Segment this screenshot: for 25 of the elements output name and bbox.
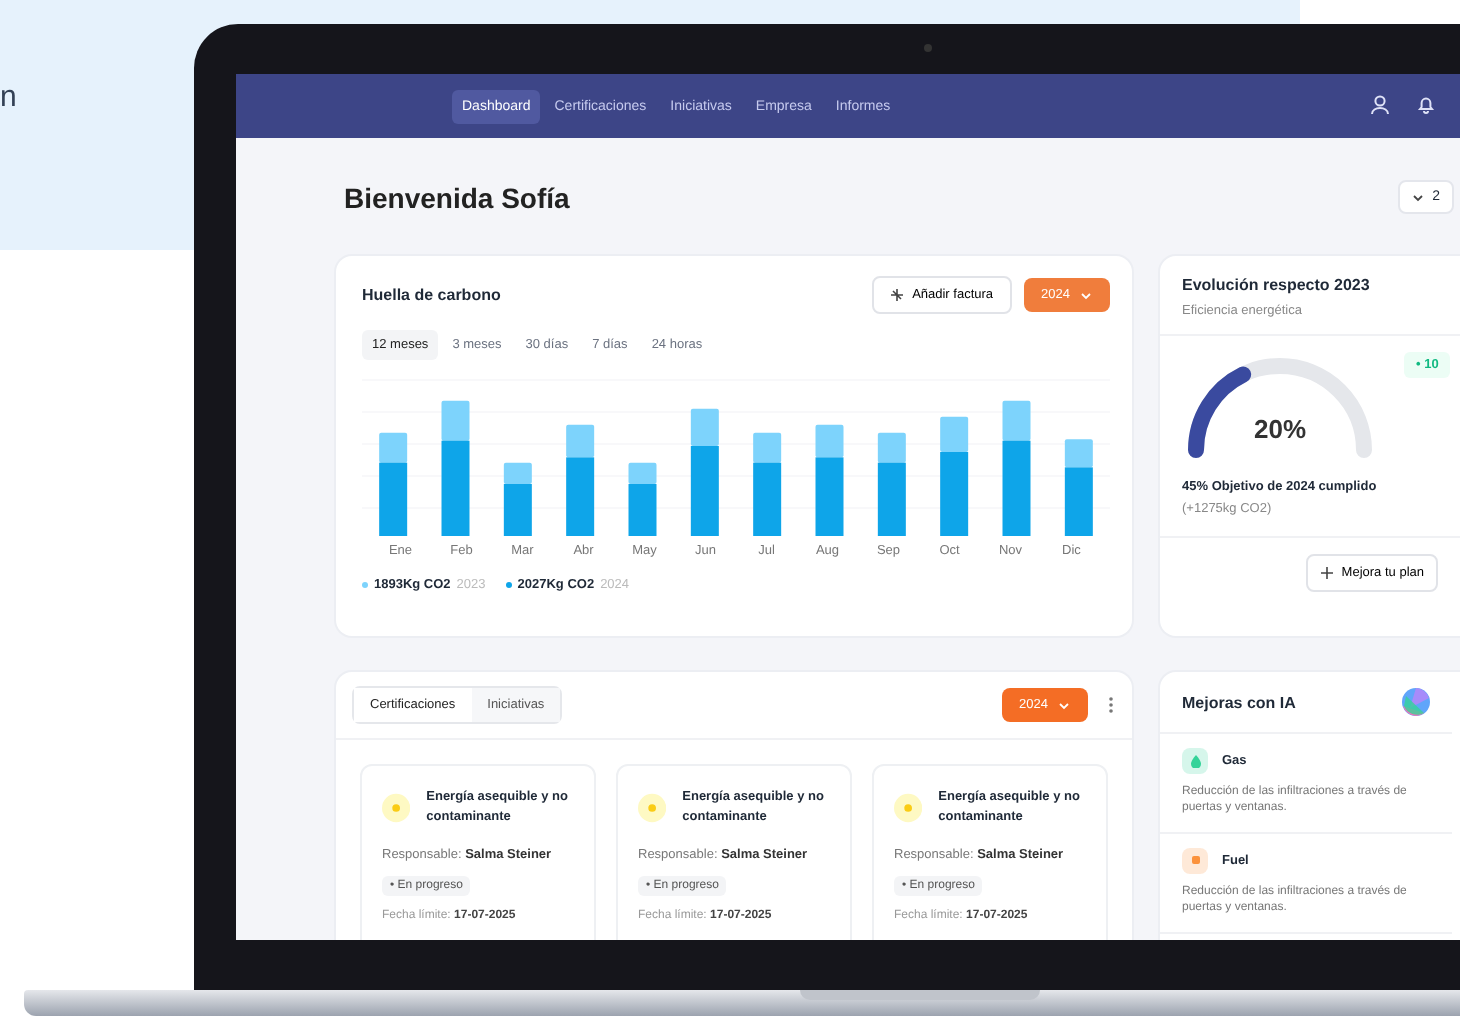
ai-logo-icon	[1402, 688, 1430, 716]
card-title: Evolución respecto 2023	[1182, 276, 1372, 294]
stacked-bar	[503, 462, 532, 536]
chevron-down-icon	[1058, 701, 1070, 709]
chevron-down-icon	[1412, 193, 1425, 201]
card-title: Mejoras con IA	[1182, 693, 1296, 711]
user-icon[interactable]	[1370, 94, 1390, 114]
card-title: Huella de carbono	[362, 286, 503, 304]
stacked-bar	[690, 408, 719, 536]
bell-icon[interactable]	[1416, 94, 1436, 114]
stacked-bar	[379, 432, 408, 536]
stacked-bar	[628, 462, 657, 536]
more-icon[interactable]	[1108, 696, 1114, 714]
heading-text: n	[0, 80, 17, 114]
stacked-bar	[1064, 439, 1093, 536]
stacked-bar	[441, 400, 470, 536]
stacked-bar	[940, 416, 969, 536]
stacked-bar	[1002, 400, 1031, 536]
stacked-bar	[877, 432, 906, 536]
page-title: Bienvenida Sofía	[344, 181, 570, 213]
chevron-down-icon	[1080, 291, 1092, 299]
stacked-bar	[566, 424, 595, 536]
stacked-bar	[815, 424, 844, 536]
gauge-reading: 20%	[1251, 414, 1309, 444]
stacked-bar	[753, 432, 782, 536]
